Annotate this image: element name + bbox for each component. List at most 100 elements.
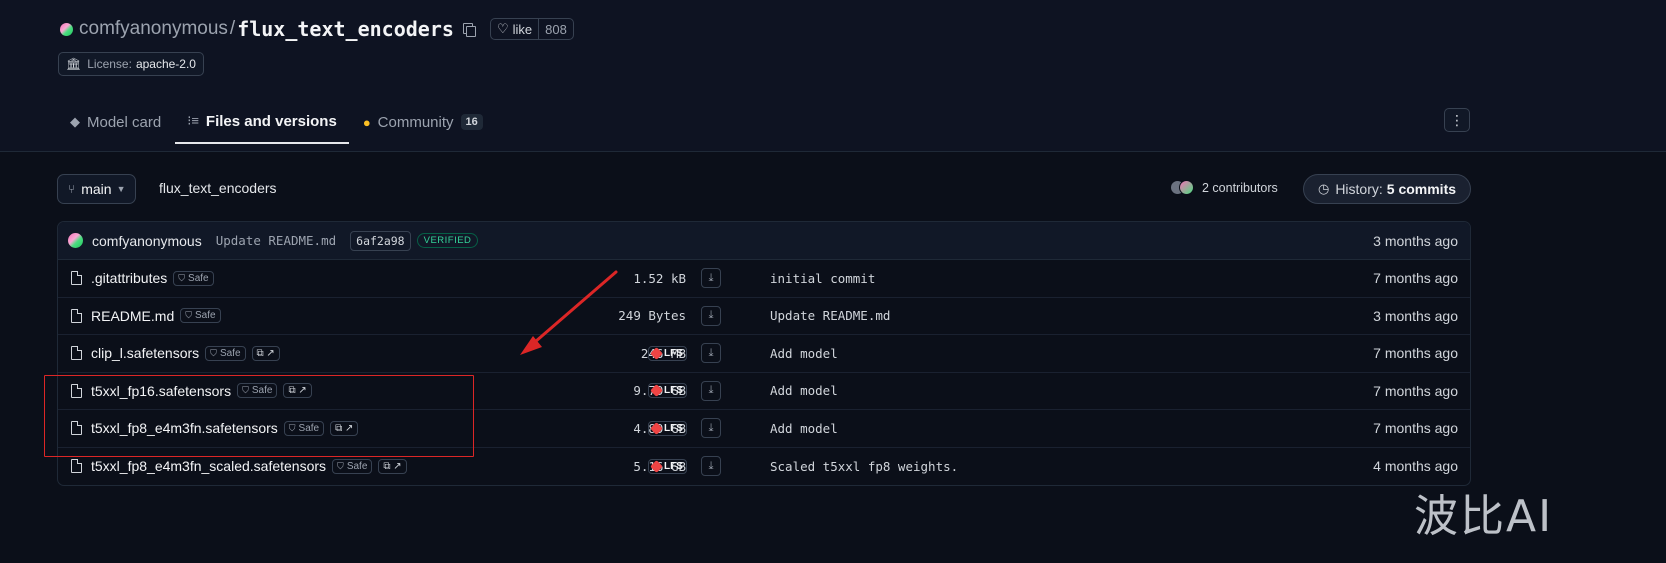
like-button[interactable]: ♡ like 808: [489, 18, 574, 40]
more-options-button[interactable]: ⋮: [1444, 108, 1470, 132]
lfs-label: LFS: [664, 347, 683, 359]
file-name-link[interactable]: .gitattributes: [91, 270, 167, 286]
lfs-label: LFS: [664, 385, 683, 397]
owner-avatar[interactable]: [60, 22, 73, 36]
tab-label: Files and versions: [205, 112, 337, 130]
watermark: 波比AI: [1414, 491, 1554, 542]
table-row: .gitattributes ⛉ Safe 1.52 kB ⤓ initial c…: [58, 260, 1470, 298]
file-size: 249 Bytes: [618, 308, 686, 324]
breadcrumb[interactable]: flux_text_encoders: [159, 180, 277, 196]
download-button[interactable]: ⤓: [701, 343, 721, 364]
download-icon: ⤓: [708, 459, 714, 472]
commit-date: 3 months ago: [1373, 232, 1458, 249]
more-icon: ⋮: [1450, 112, 1464, 128]
xet-icon: ⧉ ↗: [288, 385, 307, 397]
file-name-link[interactable]: clip_l.safetensors: [91, 345, 199, 361]
file-commit-message[interactable]: initial commit: [770, 271, 875, 286]
download-icon: ⤓: [708, 346, 714, 359]
safe-badge[interactable]: ⛉ Safe: [173, 270, 214, 286]
repo-tabs: ◆ Model card ⁝≡ Files and versions ● Com…: [58, 100, 497, 144]
xet-icon: ⧉ ↗: [335, 422, 354, 434]
avatar[interactable]: [68, 233, 83, 248]
lfs-badge[interactable]: LFS: [648, 458, 687, 474]
lfs-badge[interactable]: LFS: [648, 383, 687, 399]
file-commit-message[interactable]: Add model: [770, 421, 838, 436]
cube-icon: ◆: [70, 114, 80, 129]
branch-selector[interactable]: ⑂ main ▼: [57, 174, 137, 204]
file-commit-message[interactable]: Scaled t5xxl fp8 weights.: [770, 459, 958, 474]
repo-title-row: comfyanonymous / flux_text_encoders ♡ li…: [60, 16, 574, 42]
file-name-link[interactable]: t5xxl_fp16.safetensors: [91, 383, 231, 399]
safe-badge[interactable]: ⛉ Safe: [332, 458, 373, 474]
history-button[interactable]: ◷ History: 5 commits: [1303, 174, 1471, 204]
download-icon: ⤓: [708, 384, 714, 397]
like-toggle[interactable]: ♡ like: [491, 19, 540, 39]
file-icon: [71, 383, 82, 398]
file-name-link[interactable]: t5xxl_fp8_e4m3fn.safetensors: [91, 420, 278, 436]
like-count[interactable]: 808: [539, 22, 573, 37]
commit-hash[interactable]: 6af2a98: [350, 230, 411, 251]
heart-icon: ♡: [496, 21, 509, 36]
commit-author[interactable]: comfyanonymous: [92, 233, 202, 249]
file-name-link[interactable]: t5xxl_fp8_e4m3fn_scaled.safetensors: [91, 458, 326, 474]
file-name-cell: t5xxl_fp16.safetensors ⛉ Safe ⧉ ↗: [91, 383, 312, 399]
xet-link-badge[interactable]: ⧉ ↗: [330, 420, 359, 436]
bank-icon: 🏛: [66, 57, 82, 71]
clock-icon: ◷: [1317, 181, 1330, 196]
table-row: clip_l.safetensors ⛉ Safe ⧉ ↗ 246 MB LFS …: [58, 335, 1470, 373]
copy-icon[interactable]: [462, 22, 476, 37]
file-size: 1.52 kB: [633, 270, 686, 286]
shield-icon: ⛉: [210, 347, 217, 358]
tab-model-card[interactable]: ◆ Model card: [58, 100, 173, 144]
license-value: apache-2.0: [135, 57, 196, 71]
contributors-link[interactable]: 2 contributors: [1170, 180, 1278, 195]
chevron-down-icon: ▼: [116, 184, 126, 194]
safe-label: Safe: [219, 347, 241, 359]
like-label: like: [512, 21, 533, 37]
verified-badge: VERIFIED: [416, 233, 479, 248]
download-icon: ⤓: [708, 309, 714, 322]
xet-link-badge[interactable]: ⧉ ↗: [251, 345, 280, 361]
commit-message[interactable]: Update README.md: [216, 233, 336, 248]
lfs-icon: [650, 421, 663, 435]
file-commit-message[interactable]: Update README.md: [770, 308, 890, 323]
tab-community[interactable]: ● Community 16: [351, 100, 495, 144]
xet-link-badge[interactable]: ⧉ ↗: [283, 383, 312, 399]
lfs-label: LFS: [664, 422, 683, 434]
file-icon: [71, 459, 82, 474]
tab-files-and-versions[interactable]: ⁝≡ Files and versions: [175, 100, 349, 144]
file-name-cell: .gitattributes ⛉ Safe: [91, 270, 214, 286]
lfs-icon: [650, 384, 663, 398]
file-commit-message[interactable]: Add model: [770, 383, 838, 398]
shield-icon: ⛉: [242, 385, 249, 396]
shield-icon: ⛉: [288, 422, 296, 433]
file-name-cell: README.md ⛉ Safe: [91, 308, 221, 324]
file-commit-message[interactable]: Add model: [770, 346, 838, 361]
xet-link-badge[interactable]: ⧉ ↗: [378, 458, 407, 474]
download-button[interactable]: ⤓: [701, 456, 721, 477]
branch-icon: ⑂: [68, 182, 76, 196]
lfs-badge[interactable]: LFS: [648, 345, 687, 361]
file-icon: [71, 421, 82, 436]
download-button[interactable]: ⤓: [701, 418, 721, 439]
safe-badge[interactable]: ⛉ Safe: [237, 383, 278, 399]
safe-badge[interactable]: ⛉ Safe: [205, 345, 246, 361]
download-button[interactable]: ⤓: [701, 268, 721, 289]
branch-label: main: [81, 181, 112, 197]
download-button[interactable]: ⤓: [701, 380, 721, 401]
download-icon: ⤓: [708, 271, 714, 284]
file-date: 7 months ago: [1373, 420, 1458, 437]
table-row: t5xxl_fp8_e4m3fn.safetensors ⛉ Safe ⧉ ↗ 4…: [58, 410, 1470, 448]
file-name-cell: clip_l.safetensors ⛉ Safe ⧉ ↗: [91, 345, 280, 361]
files-icon: ⁝≡: [187, 113, 199, 128]
repo-name-link[interactable]: flux_text_encoders: [237, 17, 454, 41]
safe-badge[interactable]: ⛉ Safe: [180, 308, 221, 324]
download-button[interactable]: ⤓: [701, 305, 721, 326]
file-name-link[interactable]: README.md: [91, 308, 174, 324]
license-badge[interactable]: 🏛 License: apache-2.0: [58, 52, 204, 76]
contributors-label: 2 contributors: [1202, 180, 1278, 195]
safe-badge[interactable]: ⛉ Safe: [283, 420, 325, 436]
lfs-badge[interactable]: LFS: [648, 420, 687, 436]
shield-icon: ⛉: [337, 460, 344, 471]
repo-owner-link[interactable]: comfyanonymous: [79, 18, 228, 40]
